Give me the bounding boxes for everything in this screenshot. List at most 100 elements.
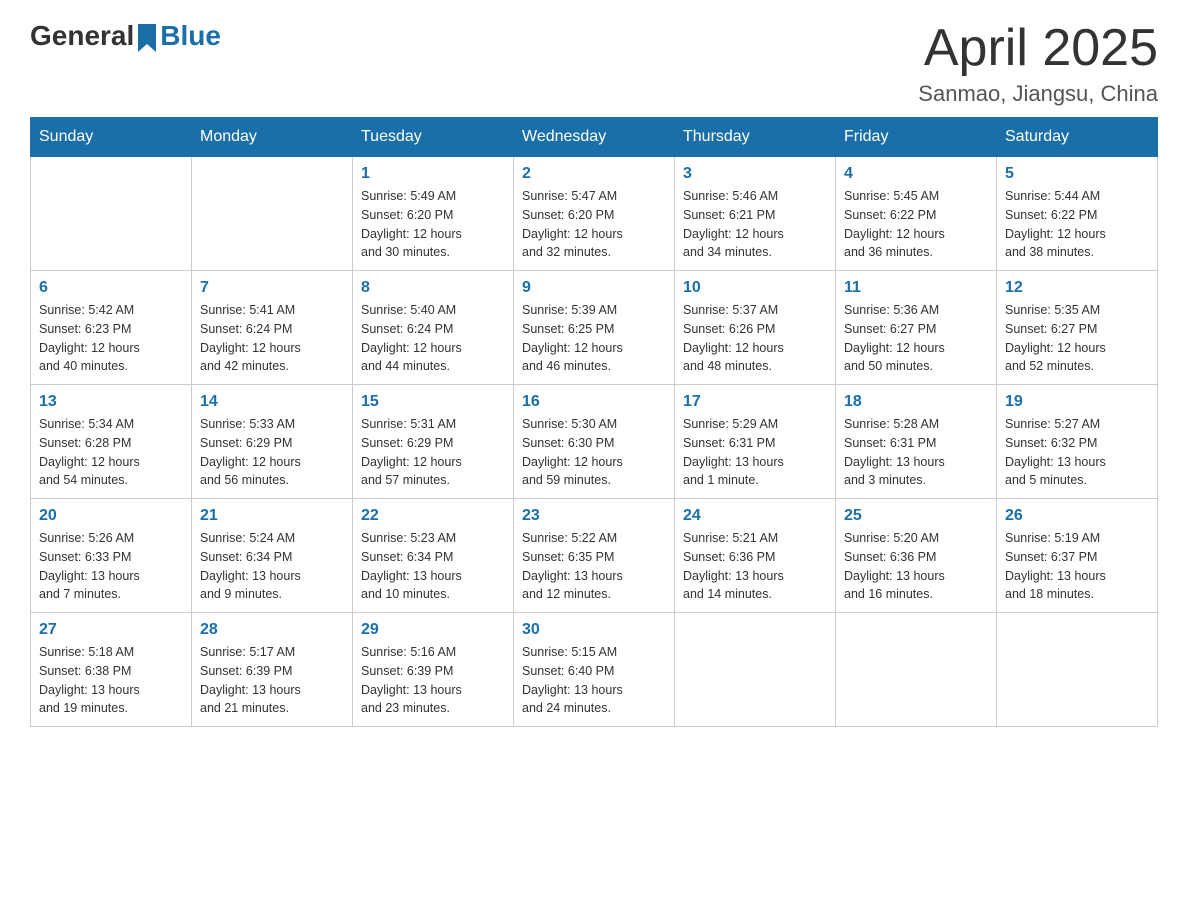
month-title: April 2025 [918, 20, 1158, 77]
day-number: 17 [683, 393, 827, 411]
day-info: Sunrise: 5:22 AMSunset: 6:35 PMDaylight:… [522, 529, 666, 604]
page-header: General Blue April 2025 Sanmao, Jiangsu,… [30, 20, 1158, 107]
title-area: April 2025 Sanmao, Jiangsu, China [918, 20, 1158, 107]
calendar-cell: 23Sunrise: 5:22 AMSunset: 6:35 PMDayligh… [514, 499, 675, 613]
calendar-cell: 26 Sunrise: 5:19 AMSunset: 6:37 PMDayligh… [997, 499, 1158, 613]
logo-area: General Blue [30, 20, 221, 52]
logo: General Blue [30, 20, 221, 52]
col-header-tuesday: Tuesday [353, 118, 514, 157]
calendar-cell: 21 Sunrise: 5:24 AMSunset: 6:34 PMDayligh… [192, 499, 353, 613]
calendar-cell: 17 Sunrise: 5:29 AMSunset: 6:31 PMDayligh… [675, 385, 836, 499]
day-info: Sunrise: 5:36 AMSunset: 6:27 PMDaylight:… [844, 301, 988, 376]
day-info: Sunrise: 5:39 AMSunset: 6:25 PMDaylight:… [522, 301, 666, 376]
calendar-cell: 27Sunrise: 5:18 AMSunset: 6:38 PMDayligh… [31, 613, 192, 727]
calendar-cell: 5 Sunrise: 5:44 AMSunset: 6:22 PMDaylight… [997, 157, 1158, 271]
day-number: 10 [683, 279, 827, 297]
day-number: 1 [361, 165, 505, 183]
calendar-cell: 13 Sunrise: 5:34 AMSunset: 6:28 PMDayligh… [31, 385, 192, 499]
col-header-monday: Monday [192, 118, 353, 157]
day-info: Sunrise: 5:49 AMSunset: 6:20 PMDaylight:… [361, 187, 505, 262]
calendar-cell: 19Sunrise: 5:27 AMSunset: 6:32 PMDayligh… [997, 385, 1158, 499]
day-info: Sunrise: 5:44 AMSunset: 6:22 PMDaylight:… [1005, 187, 1149, 262]
day-number: 4 [844, 165, 988, 183]
day-info: Sunrise: 5:34 AMSunset: 6:28 PMDaylight:… [39, 415, 183, 490]
calendar-cell [836, 613, 997, 727]
day-info: Sunrise: 5:30 AMSunset: 6:30 PMDaylight:… [522, 415, 666, 490]
calendar-cell: 2 Sunrise: 5:47 AMSunset: 6:20 PMDaylight… [514, 157, 675, 271]
calendar-cell [31, 157, 192, 271]
calendar-week-row: 1 Sunrise: 5:49 AMSunset: 6:20 PMDaylight… [31, 157, 1158, 271]
calendar-cell: 28Sunrise: 5:17 AMSunset: 6:39 PMDayligh… [192, 613, 353, 727]
logo-flag-icon [136, 24, 158, 52]
day-number: 5 [1005, 165, 1149, 183]
day-number: 18 [844, 393, 988, 411]
calendar-week-row: 27Sunrise: 5:18 AMSunset: 6:38 PMDayligh… [31, 613, 1158, 727]
day-number: 21 [200, 507, 344, 525]
calendar-cell: 29 Sunrise: 5:16 AMSunset: 6:39 PMDayligh… [353, 613, 514, 727]
location-subtitle: Sanmao, Jiangsu, China [918, 81, 1158, 107]
day-number: 22 [361, 507, 505, 525]
day-number: 20 [39, 507, 183, 525]
day-number: 26 [1005, 507, 1149, 525]
calendar-cell: 1 Sunrise: 5:49 AMSunset: 6:20 PMDaylight… [353, 157, 514, 271]
calendar-week-row: 20 Sunrise: 5:26 AMSunset: 6:33 PMDayligh… [31, 499, 1158, 613]
day-info: Sunrise: 5:20 AMSunset: 6:36 PMDaylight:… [844, 529, 988, 604]
day-number: 12 [1005, 279, 1149, 297]
day-number: 28 [200, 621, 344, 639]
calendar-cell: 24 Sunrise: 5:21 AMSunset: 6:36 PMDayligh… [675, 499, 836, 613]
day-number: 14 [200, 393, 344, 411]
col-header-wednesday: Wednesday [514, 118, 675, 157]
calendar-header-row: SundayMondayTuesdayWednesdayThursdayFrid… [31, 118, 1158, 157]
day-info: Sunrise: 5:24 AMSunset: 6:34 PMDaylight:… [200, 529, 344, 604]
calendar-cell: 12 Sunrise: 5:35 AMSunset: 6:27 PMDayligh… [997, 271, 1158, 385]
day-number: 29 [361, 621, 505, 639]
day-info: Sunrise: 5:28 AMSunset: 6:31 PMDaylight:… [844, 415, 988, 490]
calendar-cell: 30Sunrise: 5:15 AMSunset: 6:40 PMDayligh… [514, 613, 675, 727]
calendar-cell: 6Sunrise: 5:42 AMSunset: 6:23 PMDaylight… [31, 271, 192, 385]
day-info: Sunrise: 5:47 AMSunset: 6:20 PMDaylight:… [522, 187, 666, 262]
day-info: Sunrise: 5:21 AMSunset: 6:36 PMDaylight:… [683, 529, 827, 604]
day-info: Sunrise: 5:40 AMSunset: 6:24 PMDaylight:… [361, 301, 505, 376]
day-info: Sunrise: 5:16 AMSunset: 6:39 PMDaylight:… [361, 643, 505, 718]
logo-general-text: General [30, 20, 134, 52]
day-info: Sunrise: 5:37 AMSunset: 6:26 PMDaylight:… [683, 301, 827, 376]
day-info: Sunrise: 5:19 AMSunset: 6:37 PMDaylight:… [1005, 529, 1149, 604]
day-info: Sunrise: 5:29 AMSunset: 6:31 PMDaylight:… [683, 415, 827, 490]
calendar-cell [192, 157, 353, 271]
day-info: Sunrise: 5:45 AMSunset: 6:22 PMDaylight:… [844, 187, 988, 262]
calendar-table: SundayMondayTuesdayWednesdayThursdayFrid… [30, 117, 1158, 727]
day-number: 13 [39, 393, 183, 411]
col-header-thursday: Thursday [675, 118, 836, 157]
day-number: 24 [683, 507, 827, 525]
day-info: Sunrise: 5:33 AMSunset: 6:29 PMDaylight:… [200, 415, 344, 490]
calendar-cell: 8 Sunrise: 5:40 AMSunset: 6:24 PMDaylight… [353, 271, 514, 385]
day-info: Sunrise: 5:46 AMSunset: 6:21 PMDaylight:… [683, 187, 827, 262]
day-number: 11 [844, 279, 988, 297]
day-info: Sunrise: 5:23 AMSunset: 6:34 PMDaylight:… [361, 529, 505, 604]
calendar-cell: 11 Sunrise: 5:36 AMSunset: 6:27 PMDayligh… [836, 271, 997, 385]
calendar-cell: 7Sunrise: 5:41 AMSunset: 6:24 PMDaylight… [192, 271, 353, 385]
day-info: Sunrise: 5:18 AMSunset: 6:38 PMDaylight:… [39, 643, 183, 718]
calendar-week-row: 6Sunrise: 5:42 AMSunset: 6:23 PMDaylight… [31, 271, 1158, 385]
calendar-cell: 14 Sunrise: 5:33 AMSunset: 6:29 PMDayligh… [192, 385, 353, 499]
day-info: Sunrise: 5:26 AMSunset: 6:33 PMDaylight:… [39, 529, 183, 604]
day-info: Sunrise: 5:15 AMSunset: 6:40 PMDaylight:… [522, 643, 666, 718]
day-number: 8 [361, 279, 505, 297]
day-number: 7 [200, 279, 344, 297]
col-header-saturday: Saturday [997, 118, 1158, 157]
logo-blue-text: Blue [160, 20, 221, 52]
calendar-cell: 22 Sunrise: 5:23 AMSunset: 6:34 PMDayligh… [353, 499, 514, 613]
day-number: 15 [361, 393, 505, 411]
day-info: Sunrise: 5:42 AMSunset: 6:23 PMDaylight:… [39, 301, 183, 376]
calendar-cell: 3Sunrise: 5:46 AMSunset: 6:21 PMDaylight… [675, 157, 836, 271]
calendar-cell: 25Sunrise: 5:20 AMSunset: 6:36 PMDayligh… [836, 499, 997, 613]
col-header-sunday: Sunday [31, 118, 192, 157]
day-number: 16 [522, 393, 666, 411]
calendar-cell: 15Sunrise: 5:31 AMSunset: 6:29 PMDayligh… [353, 385, 514, 499]
col-header-friday: Friday [836, 118, 997, 157]
calendar-week-row: 13 Sunrise: 5:34 AMSunset: 6:28 PMDayligh… [31, 385, 1158, 499]
day-number: 9 [522, 279, 666, 297]
day-number: 2 [522, 165, 666, 183]
calendar-cell [675, 613, 836, 727]
day-info: Sunrise: 5:35 AMSunset: 6:27 PMDaylight:… [1005, 301, 1149, 376]
